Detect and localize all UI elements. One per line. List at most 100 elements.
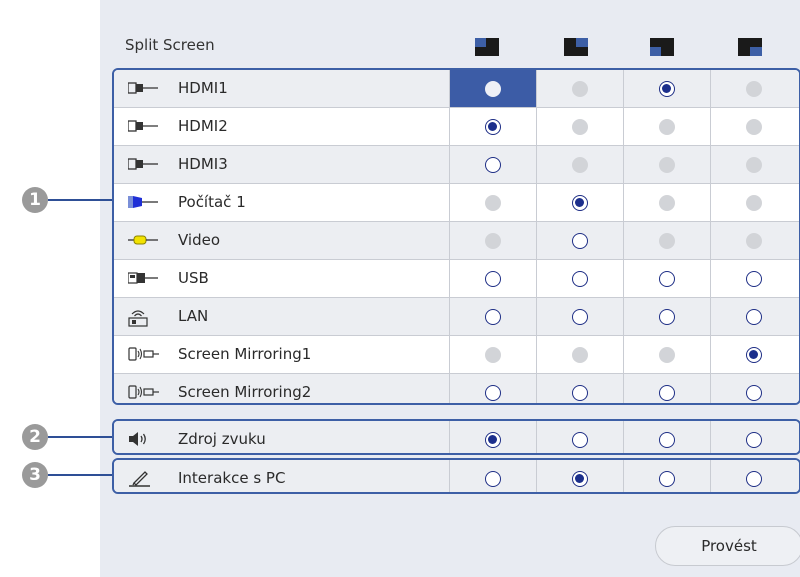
layout-cell-2 (536, 70, 623, 107)
radio-button (485, 232, 501, 249)
radio-button (659, 194, 675, 211)
layout-cell-2[interactable] (536, 184, 623, 221)
computer-vga-icon (128, 194, 160, 210)
radio-button[interactable] (485, 431, 501, 448)
radio-button (746, 80, 762, 97)
callout-1-leader (48, 199, 112, 201)
layout-cell-4 (710, 108, 797, 145)
layout-cell-1[interactable] (449, 146, 536, 183)
layout-cell-3[interactable] (623, 460, 710, 492)
layout-cell-2[interactable] (536, 298, 623, 335)
radio-button[interactable] (746, 470, 762, 487)
radio-button[interactable] (746, 308, 762, 325)
lan-icon (128, 308, 160, 327)
radio-button[interactable] (746, 346, 762, 363)
layout-cell-2 (536, 108, 623, 145)
radio-button[interactable] (485, 470, 501, 487)
layout-cell-4[interactable] (710, 374, 797, 403)
radio-button[interactable] (746, 431, 762, 448)
layout-cell-3[interactable] (623, 298, 710, 335)
layout-cell-1[interactable] (449, 260, 536, 297)
radio-button[interactable] (572, 232, 588, 249)
layout-cell-2[interactable] (536, 460, 623, 492)
source-label: Počítač 1 (178, 193, 246, 211)
layout-right-bottom-icon (738, 38, 762, 56)
radio-button[interactable] (485, 80, 501, 97)
source-label: HDMI2 (178, 117, 228, 135)
radio-button[interactable] (485, 308, 501, 325)
callout-3-leader (48, 474, 112, 476)
layout-cell-1[interactable] (449, 108, 536, 145)
layout-cell-4[interactable] (710, 460, 797, 492)
layout-cell-4 (710, 222, 797, 259)
layout-right-top-icon (564, 38, 588, 56)
layout-cell-3[interactable] (623, 421, 710, 453)
radio-button[interactable] (572, 431, 588, 448)
layout-cell-2[interactable] (536, 222, 623, 259)
layout-cell-4 (710, 146, 797, 183)
layout-cell-2[interactable] (536, 421, 623, 453)
radio-button (746, 156, 762, 173)
radio-button[interactable] (572, 470, 588, 487)
source-group: HDMI1 HDMI2 HDMI3 Počítač 1 Video USB LAN Scree… (112, 68, 800, 405)
radio-button[interactable] (485, 156, 501, 173)
layout-cell-4[interactable] (710, 421, 797, 453)
layout-cell-4[interactable] (710, 260, 797, 297)
callout-3: 3 (22, 462, 48, 488)
layout-cell-1[interactable] (449, 298, 536, 335)
layout-cell-4[interactable] (710, 336, 797, 373)
layout-cell-1[interactable] (449, 460, 536, 492)
radio-button[interactable] (572, 384, 588, 401)
layout-cell-3[interactable] (623, 260, 710, 297)
radio-button[interactable] (659, 308, 675, 325)
radio-button[interactable] (485, 118, 501, 135)
screen-mirroring-icon (128, 346, 160, 362)
radio-button[interactable] (659, 431, 675, 448)
pen-icon (128, 470, 160, 487)
layout-cell-4[interactable] (710, 298, 797, 335)
layout-cell-2[interactable] (536, 374, 623, 403)
radio-button (572, 156, 588, 173)
source-label: HDMI3 (178, 155, 228, 173)
layout-left-bottom-icon (650, 38, 674, 56)
layout-cell-3[interactable] (623, 70, 710, 107)
source-row: USB (114, 260, 799, 298)
hdmi-icon (127, 156, 160, 172)
radio-button[interactable] (659, 384, 675, 401)
audio-source-group: Zdroj zvuku (112, 419, 800, 455)
source-label: USB (178, 269, 209, 287)
radio-button[interactable] (572, 194, 588, 211)
layout-cell-1[interactable] (449, 70, 536, 107)
radio-button[interactable] (485, 384, 501, 401)
source-row: Zdroj zvuku (114, 421, 799, 453)
radio-button[interactable] (659, 270, 675, 287)
radio-button[interactable] (659, 470, 675, 487)
radio-button (746, 118, 762, 135)
layout-cell-3 (623, 222, 710, 259)
radio-button (485, 194, 501, 211)
radio-button (572, 80, 588, 97)
radio-button[interactable] (746, 384, 762, 401)
screen-mirroring-icon (128, 384, 160, 400)
layout-cell-2 (536, 146, 623, 183)
source-label: Video (178, 231, 221, 249)
layout-cell-3 (623, 108, 710, 145)
radio-button[interactable] (572, 308, 588, 325)
source-label: LAN (178, 307, 209, 325)
layout-cell-4 (710, 184, 797, 221)
layout-cell-1[interactable] (449, 374, 536, 403)
layout-cell-1[interactable] (449, 421, 536, 453)
radio-button[interactable] (746, 270, 762, 287)
execute-button[interactable]: Provést (655, 526, 800, 566)
source-row: HDMI3 (114, 146, 799, 184)
layout-cell-1 (449, 222, 536, 259)
source-row: Počítač 1 (114, 184, 799, 222)
layout-cell-3[interactable] (623, 374, 710, 403)
layout-cell-2[interactable] (536, 260, 623, 297)
radio-button[interactable] (659, 80, 675, 97)
radio-button[interactable] (485, 270, 501, 287)
radio-button[interactable] (572, 270, 588, 287)
source-row: HDMI2 (114, 108, 799, 146)
hdmi-icon (127, 118, 160, 134)
source-label: Zdroj zvuku (178, 430, 266, 448)
